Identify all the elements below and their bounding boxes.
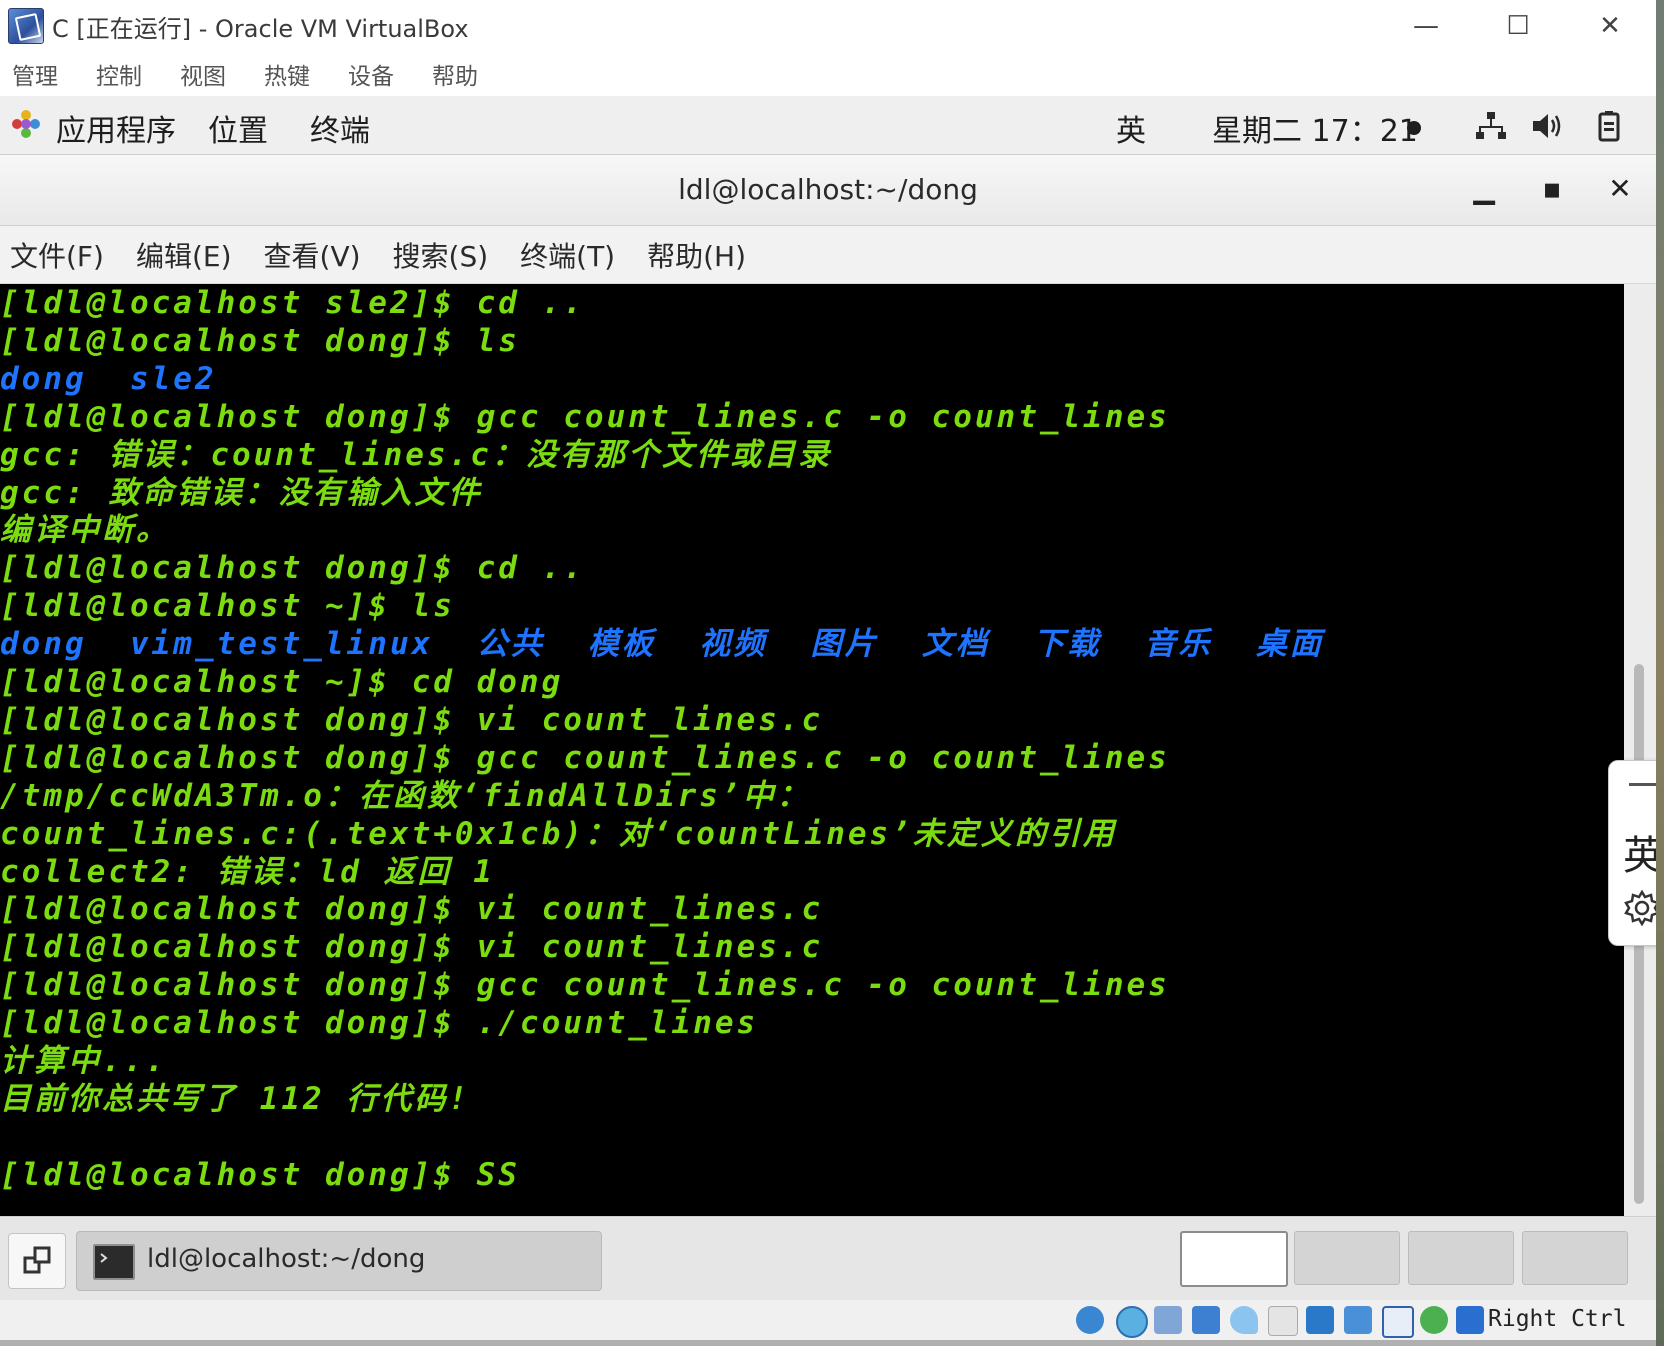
- shared-folders-icon[interactable]: [1268, 1306, 1298, 1336]
- gnome-bottom-panel: ldl@localhost:~/dong: [0, 1216, 1656, 1301]
- terminal-line: [ldl@localhost ~]$ cd dong: [0, 664, 564, 700]
- terminal-line: [ldl@localhost dong]$ vi count_lines.c: [0, 929, 824, 966]
- taskbar-terminal-button[interactable]: ldl@localhost:~/dong: [76, 1231, 602, 1291]
- mouse-integration-icon[interactable]: [1420, 1306, 1448, 1334]
- terminal-icon: [93, 1244, 135, 1280]
- maximize-icon: ☐: [1506, 11, 1530, 41]
- terminal-line: gcc: 错误：count_lines.c：没有那个文件或目录: [0, 436, 832, 473]
- volume-icon[interactable]: [1530, 110, 1564, 142]
- menu-hotkeys[interactable]: 热键: [264, 57, 310, 91]
- menu-edit[interactable]: 编辑(E): [136, 235, 232, 275]
- maximize-icon: ▪: [1542, 172, 1562, 205]
- terminal-line: collect2: 错误：ld 返回 1: [0, 853, 495, 890]
- workspace-2[interactable]: [1294, 1231, 1400, 1285]
- input-method-indicator[interactable]: 英: [1116, 106, 1146, 150]
- workspace-1[interactable]: [1180, 1231, 1288, 1287]
- host-desktop-edge: [1656, 0, 1664, 1346]
- terminal-line: 目前你总共写了 112 行代码!: [0, 1080, 470, 1117]
- terminal-line: count_lines.c:(.text+0x1cb)：对‘countLines…: [0, 815, 1117, 852]
- terminal-line: [ldl@localhost dong]$ cd ..: [0, 550, 585, 587]
- vbox-titlebar: C [正在运行] - Oracle VM VirtualBox — ☐ ✕: [0, 0, 1656, 52]
- close-icon: ✕: [1608, 172, 1632, 205]
- terminal-line: /tmp/ccWdA3Tm.o：在函数‘findAllDirs’中：: [0, 777, 811, 814]
- terminal-line: [ldl@localhost dong]$ ./count_lines: [0, 1005, 759, 1042]
- usb-icon[interactable]: [1230, 1306, 1258, 1334]
- minimize-icon: ▁: [1473, 172, 1495, 205]
- host-key-label: Right Ctrl: [1488, 1306, 1627, 1332]
- terminal-output[interactable]: [ldl@localhost sle2]$ cd .. [ldl@localhos…: [0, 284, 1624, 1216]
- terminal-line: [ldl@localhost dong]$ vi count_lines.c: [0, 891, 824, 928]
- vbox-minimize-button[interactable]: —: [1380, 0, 1472, 52]
- network-adapter-icon[interactable]: [1192, 1306, 1220, 1334]
- optical-drive-icon[interactable]: [1116, 1306, 1148, 1338]
- terminal-line: 编译中断。: [0, 512, 170, 549]
- virtualization-icon[interactable]: [1382, 1306, 1414, 1338]
- terminal-close-button[interactable]: ✕: [1600, 169, 1640, 209]
- terminal-line: gcc: 致命错误：没有输入文件: [0, 474, 483, 511]
- terminal-line: [ldl@localhost dong]$ gcc count_lines.c …: [0, 398, 1170, 435]
- terminal-line: [ldl@localhost dong]$ gcc count_lines.c …: [0, 967, 1170, 1004]
- applications-menu[interactable]: 应用程序: [56, 106, 176, 150]
- network-icon[interactable]: [1474, 110, 1508, 142]
- terminal-window-title: ldl@localhost:~/dong: [678, 173, 978, 206]
- terminal-line: dong vim_test_linux 公共 模板 视频 图片 文档 下载 音乐…: [0, 626, 1324, 663]
- terminal-line: 计算中...: [0, 1043, 167, 1079]
- recording-icon[interactable]: [1344, 1306, 1372, 1334]
- vbox-window-title: C [正在运行] - Oracle VM VirtualBox: [52, 14, 469, 43]
- hard-disk-icon[interactable]: [1076, 1306, 1104, 1334]
- menu-search[interactable]: 搜索(S): [393, 235, 489, 275]
- terminal-minimize-button[interactable]: ▁: [1464, 169, 1504, 209]
- applications-icon: [12, 110, 40, 138]
- terminal-line: [ldl@localhost ~]$ ls: [0, 588, 455, 625]
- menu-help[interactable]: 帮助: [432, 57, 478, 91]
- workspace-4[interactable]: [1522, 1231, 1628, 1285]
- clock[interactable]: 星期二 17：21: [1212, 106, 1418, 150]
- gnome-top-panel: 应用程序 位置 终端 英 星期二 17：21: [0, 96, 1656, 155]
- menu-devices[interactable]: 设备: [348, 57, 394, 91]
- keyboard-capture-icon[interactable]: [1456, 1306, 1484, 1334]
- virtualbox-logo-icon: [8, 8, 44, 44]
- terminal-scrollbar[interactable]: [1624, 284, 1656, 1216]
- terminal-line: [ldl@localhost dong]$ ls: [0, 322, 520, 359]
- vbox-close-button[interactable]: ✕: [1564, 0, 1656, 52]
- terminal-line: [ldl@localhost dong]$ gcc count_lines.c …: [0, 739, 1170, 776]
- terminal-line: [ldl@localhost dong]$ SS: [0, 1156, 520, 1193]
- minimize-icon: —: [1413, 11, 1439, 41]
- audio-icon[interactable]: [1154, 1306, 1182, 1334]
- menu-control[interactable]: 控制: [96, 57, 142, 91]
- terminal-maximize-button[interactable]: ▪: [1532, 169, 1572, 209]
- terminal-app-menu[interactable]: 终端: [310, 106, 370, 150]
- terminal-menubar: 文件(F) 编辑(E) 查看(V) 搜索(S) 终端(T) 帮助(H): [0, 226, 1656, 284]
- workspace-3[interactable]: [1408, 1231, 1514, 1285]
- terminal-line: [ldl@localhost sle2]$ cd ..: [0, 285, 585, 321]
- taskbar-task-label: ldl@localhost:~/dong: [147, 1244, 426, 1274]
- places-menu[interactable]: 位置: [208, 106, 268, 150]
- menu-file[interactable]: 文件(F): [10, 235, 104, 275]
- menu-view[interactable]: 查看(V): [264, 235, 361, 275]
- terminal-line: dong sle2: [0, 360, 217, 397]
- menu-view[interactable]: 视图: [180, 57, 226, 91]
- menu-help[interactable]: 帮助(H): [647, 235, 746, 275]
- vbox-maximize-button[interactable]: ☐: [1472, 0, 1564, 52]
- host-window-border: [0, 1340, 1656, 1346]
- menu-terminal[interactable]: 终端(T): [520, 235, 615, 275]
- power-battery-icon[interactable]: [1592, 110, 1626, 142]
- display-icon[interactable]: [1306, 1306, 1334, 1334]
- menu-manage[interactable]: 管理: [12, 57, 58, 91]
- notification-dot-icon: [1407, 121, 1421, 135]
- close-icon: ✕: [1599, 11, 1621, 41]
- show-desktop-button[interactable]: [8, 1233, 66, 1289]
- vbox-menubar: 管理 控制 视图 热键 设备 帮助: [0, 52, 1656, 96]
- vbox-statusbar: Right Ctrl: [0, 1300, 1656, 1340]
- terminal-line: [ldl@localhost dong]$ vi count_lines.c: [0, 701, 824, 738]
- terminal-titlebar: ldl@localhost:~/dong ▁ ▪ ✕: [0, 155, 1656, 226]
- show-desktop-icon: [23, 1246, 51, 1274]
